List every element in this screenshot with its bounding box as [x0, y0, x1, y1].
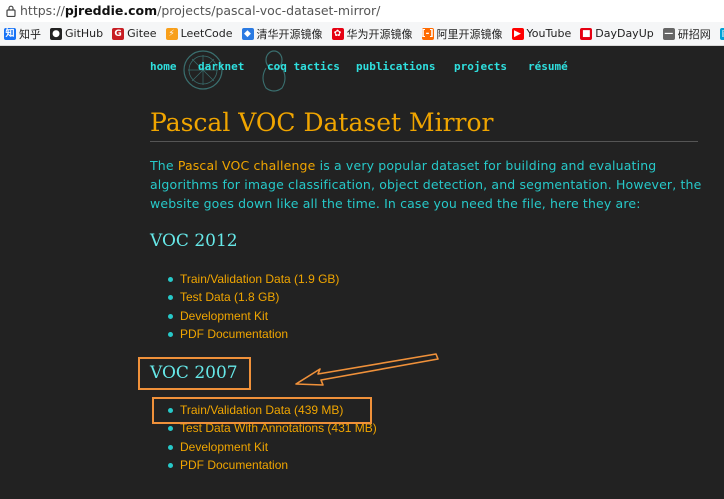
voc2007-highlight-box: [138, 357, 251, 390]
bookmark-item[interactable]: ▶ YouTube: [511, 27, 572, 40]
address-bar[interactable]: https://pjreddie.com/projects/pascal-voc…: [0, 0, 724, 22]
bookmark-label: LeetCode: [180, 27, 233, 40]
pascal-voc-challenge-link[interactable]: Pascal VOC challenge: [178, 158, 316, 173]
nav-darknet[interactable]: darknet: [198, 60, 244, 73]
url-path: /projects/pascal-voc-dataset-mirror/: [157, 3, 381, 18]
bookmark-item[interactable]: ● GitHub: [50, 27, 103, 40]
bookmark-item[interactable]: ■ DayDayUp: [580, 27, 654, 40]
voc2007-devkit-link[interactable]: Development Kit: [180, 440, 268, 454]
bookmark-item[interactable]: 知知乎: [4, 26, 41, 42]
bookmark-label: GitHub: [65, 27, 104, 40]
list-item: Development Kit: [168, 307, 339, 325]
voc2012-pdf-link[interactable]: PDF Documentation: [180, 327, 288, 341]
intro-text-start: The: [150, 158, 178, 173]
bookmark-item[interactable]: G Gitee: [112, 27, 157, 40]
voc2012-trainval-link[interactable]: Train/Validation Data (1.9 GB): [180, 272, 339, 286]
list-item: PDF Documentation: [168, 456, 377, 474]
leetcode-icon: ⚡: [165, 27, 178, 40]
voc2012-heading: VOC 2012: [150, 231, 238, 251]
voc2012-devkit-link[interactable]: Development Kit: [180, 309, 268, 323]
url-scheme: https://: [20, 3, 65, 18]
list-item: PDF Documentation: [168, 325, 339, 343]
bookmark-item[interactable]: — 研招网: [662, 26, 711, 42]
tsinghua-icon: ◆: [241, 27, 254, 40]
zhihu-icon: 知: [4, 27, 16, 40]
bookmark-item[interactable]: [-] 阿里开源镜像: [421, 26, 503, 42]
nav-home[interactable]: home: [150, 60, 177, 73]
bookmark-item[interactable]: ⚡ LeetCode: [165, 27, 233, 40]
title-divider: [150, 141, 698, 142]
list-item: Test Data (1.8 GB): [168, 288, 339, 306]
trainval-highlight-box: [152, 397, 372, 424]
nav-projects[interactable]: projects: [454, 60, 507, 73]
bookmark-label: Gitee: [127, 27, 157, 40]
list-item: Train/Validation Data (1.9 GB): [168, 270, 339, 288]
bookmark-label: DayDayUp: [595, 27, 654, 40]
bookmark-label: 研招网: [677, 27, 711, 41]
list-item: Development Kit: [168, 438, 377, 456]
bookmark-label: 阿里开源镜像: [436, 27, 503, 41]
voc2007-pdf-link[interactable]: PDF Documentation: [180, 458, 288, 472]
yanzhao-icon: —: [662, 27, 675, 40]
gitee-icon: G: [112, 27, 125, 40]
bookmark-item[interactable]: ◆ 清华开源镜像: [241, 26, 323, 42]
nav-coq-tactics[interactable]: coq tactics: [267, 60, 340, 73]
nav-publications[interactable]: publications: [356, 60, 435, 73]
voc2012-file-list: Train/Validation Data (1.9 GB) Test Data…: [168, 270, 339, 344]
bilibili-icon: ▣: [719, 27, 724, 40]
github-icon: ●: [50, 27, 62, 40]
voc2012-test-link[interactable]: Test Data (1.8 GB): [180, 290, 279, 304]
bookmark-label: 知乎: [19, 27, 41, 41]
page-content: home darknet coq tactics publications pr…: [0, 46, 724, 499]
bookmark-item[interactable]: ▣bilibili: [719, 27, 724, 40]
url-host: pjreddie.com: [64, 3, 158, 18]
intro-paragraph: The Pascal VOC challenge is a very popul…: [150, 156, 706, 213]
bookmark-item[interactable]: ✿ 华为开源镜像: [331, 26, 413, 42]
youtube-icon: ▶: [511, 27, 524, 40]
huawei-icon: ✿: [331, 27, 344, 40]
daydayup-icon: ■: [580, 27, 593, 40]
nav-resume[interactable]: résumé: [528, 60, 568, 73]
page-title: Pascal VOC Dataset Mirror: [150, 108, 494, 137]
aliyun-icon: [-]: [421, 27, 434, 40]
bookmark-label: YouTube: [526, 27, 572, 40]
bookmarks-bar: 知知乎 ● GitHub G Gitee ⚡ LeetCode ◆ 清华开源镜像 ✿ 华为开源镜像 […: [0, 22, 724, 46]
annotation-arrow-icon: [295, 353, 439, 386]
lock-icon: [6, 1, 20, 23]
bookmark-label: 清华开源镜像: [256, 27, 323, 41]
bookmark-label: 华为开源镜像: [346, 27, 413, 41]
